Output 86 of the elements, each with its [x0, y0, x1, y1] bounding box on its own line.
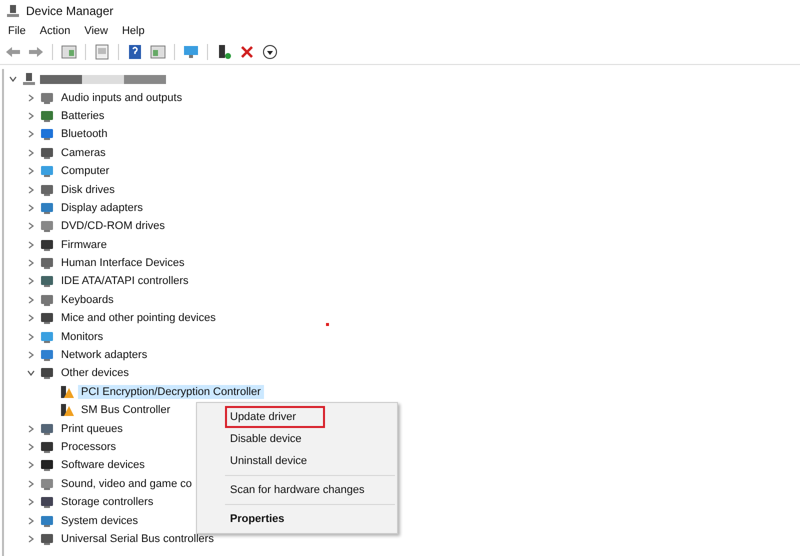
device-icon — [40, 348, 54, 362]
device-icon — [40, 274, 54, 288]
tree-item[interactable]: Firmware — [58, 238, 110, 252]
tree-item[interactable]: Storage controllers — [58, 495, 156, 510]
tree-item[interactable]: Processors — [58, 440, 120, 454]
device-icon — [40, 256, 54, 270]
device-icon — [40, 146, 54, 160]
expand-chevron-icon[interactable] — [26, 276, 36, 286]
expand-chevron-icon[interactable] — [26, 221, 36, 232]
expand-chevron-icon[interactable] — [26, 92, 36, 103]
expand-chevron-icon[interactable] — [26, 332, 36, 342]
window-title: Device Manager — [26, 4, 114, 18]
device-icon — [40, 458, 54, 472]
device-icon — [40, 127, 54, 142]
expand-chevron-icon[interactable] — [26, 166, 36, 176]
menu-item[interactable]: Help — [122, 25, 145, 37]
expand-chevron-icon[interactable] — [26, 110, 36, 121]
expand-chevron-icon[interactable] — [26, 240, 36, 250]
context-menu-item[interactable]: Uninstall device — [225, 450, 394, 472]
menu-item[interactable]: File — [8, 25, 26, 37]
tree-item[interactable]: System devices — [58, 514, 142, 528]
tree-item[interactable]: Monitors — [58, 330, 106, 344]
device-icon — [40, 422, 54, 436]
tree-item[interactable]: Print queues — [58, 422, 126, 436]
device-icon — [40, 514, 54, 528]
expand-chevron-icon[interactable] — [26, 350, 36, 360]
device-icon — [40, 440, 54, 454]
tree-item[interactable]: Audio inputs and outputs — [58, 90, 186, 105]
device-icon — [40, 476, 54, 491]
expand-chevron-icon[interactable] — [26, 516, 36, 526]
device-icon — [40, 292, 54, 307]
context-menu-item[interactable]: Update driver — [225, 406, 325, 428]
tree-item[interactable]: Universal Serial Bus controllers — [58, 532, 217, 546]
device-icon — [40, 532, 54, 546]
tree-item[interactable]: DVD/CD-ROM drives — [58, 219, 168, 234]
tree-item[interactable]: IDE ATA/ATAPI controllers — [58, 274, 192, 288]
download-icon[interactable] — [260, 42, 280, 62]
tree-item[interactable]: Display adapters — [58, 200, 146, 215]
expand-chevron-icon[interactable] — [26, 129, 36, 140]
device-icon — [40, 182, 54, 197]
expand-chevron-icon[interactable] — [26, 258, 36, 268]
tree-item[interactable]: Keyboards — [58, 292, 117, 307]
tree-item[interactable]: Human Interface Devices — [58, 256, 188, 270]
tree-item[interactable]: Computer — [58, 164, 112, 178]
tree-item[interactable]: Batteries — [58, 108, 108, 123]
device-icon — [40, 495, 54, 510]
tree-item[interactable]: Other devices — [58, 366, 132, 380]
device-icon — [40, 238, 54, 252]
device-icon — [40, 311, 54, 326]
device-icon — [40, 164, 54, 178]
expand-chevron-icon[interactable] — [26, 442, 36, 452]
context-menu-item[interactable]: Disable device — [225, 428, 394, 450]
device-icon — [40, 108, 54, 123]
tree-item[interactable]: Software devices — [58, 458, 148, 472]
computer-icon — [6, 4, 20, 18]
tree-item[interactable]: Network adapters — [58, 348, 150, 362]
menu-item[interactable]: View — [84, 25, 108, 37]
expand-chevron-icon[interactable] — [26, 184, 36, 195]
tree-item[interactable]: Cameras — [58, 146, 109, 160]
collapse-chevron-icon[interactable] — [8, 74, 18, 84]
expand-chevron-icon[interactable] — [26, 148, 36, 158]
context-menu-item[interactable]: Scan for hardware changes — [225, 479, 394, 501]
menu-item[interactable]: Action — [40, 25, 70, 37]
expand-chevron-icon[interactable] — [26, 497, 36, 508]
expand-chevron-icon[interactable] — [26, 294, 36, 305]
tree-item[interactable]: SM Bus Controller — [78, 403, 174, 418]
device-icon — [40, 330, 54, 344]
device-icon — [40, 219, 54, 234]
expand-chevron-icon[interactable] — [26, 460, 36, 470]
expand-chevron-icon[interactable] — [26, 534, 36, 544]
tree-item[interactable]: Bluetooth — [58, 127, 110, 142]
stray-mark — [326, 323, 329, 326]
collapse-chevron-icon[interactable] — [26, 368, 36, 378]
tree-item[interactable]: Disk drives — [58, 182, 118, 197]
context-menu-item[interactable]: Properties — [225, 508, 394, 530]
device-icon — [40, 366, 54, 380]
expand-chevron-icon[interactable] — [26, 478, 36, 489]
computer-icon — [22, 72, 36, 86]
tree-item[interactable]: Mice and other pointing devices — [58, 311, 219, 326]
device-icon — [40, 200, 54, 215]
expand-chevron-icon[interactable] — [26, 424, 36, 434]
expand-chevron-icon[interactable] — [26, 202, 36, 213]
expand-chevron-icon[interactable] — [26, 313, 36, 324]
tree-item[interactable]: PCI Encryption/Decryption Controller — [78, 384, 264, 399]
device-icon — [40, 90, 54, 105]
tree-item[interactable]: Sound, video and game co — [58, 476, 195, 491]
